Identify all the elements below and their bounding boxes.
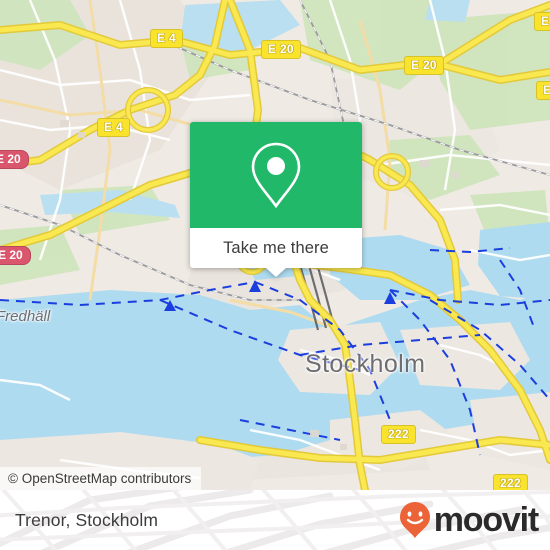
road-shield-e4-west: E 4: [97, 118, 130, 137]
take-me-there-popup[interactable]: Take me there: [190, 122, 362, 277]
moovit-map-screen: Stockholm Fredhäll E 4 E 20 E 20 E 4 E 2…: [0, 0, 550, 550]
map-pin-icon: [251, 142, 301, 209]
road-shield-e4-north: E 4: [150, 29, 183, 48]
road-shield-222-southeast: 222: [493, 474, 528, 490]
moovit-wordmark: moovit: [433, 501, 539, 539]
road-shield-222-south: 222: [381, 425, 416, 444]
place-title: Trenor, Stockholm: [15, 509, 159, 530]
moovit-smiley-pin-icon: [399, 502, 430, 538]
take-me-there-label: Take me there: [223, 238, 329, 257]
popup-action-bar[interactable]: Take me there: [190, 228, 362, 268]
popup-pointer-tail: [266, 268, 286, 277]
road-shield-e4-edge: E 4: [536, 81, 550, 100]
map-attribution[interactable]: © OpenStreetMap contributors: [0, 467, 202, 490]
road-shield-e20-left-lower: E 20: [0, 246, 31, 265]
popup-pin-panel: [190, 122, 362, 228]
footer-bar: Trenor, Stockholm moovit: [0, 490, 550, 550]
road-shield-e20-north: E 20: [261, 40, 301, 59]
map-canvas[interactable]: Stockholm Fredhäll E 4 E 20 E 20 E 4 E 2…: [0, 0, 550, 490]
road-shield-e20-edge: E 20: [534, 12, 550, 31]
moovit-brand[interactable]: moovit: [398, 490, 539, 550]
road-shield-e20-northeast: E 20: [404, 56, 444, 75]
road-shield-e20-left-upper: E 20: [0, 150, 29, 169]
